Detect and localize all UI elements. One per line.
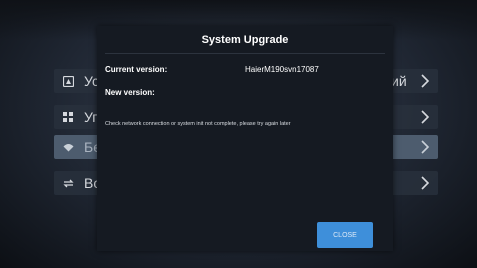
dialog-title: System Upgrade	[201, 34, 289, 46]
chevron-right-icon	[418, 176, 432, 190]
chevron-right-icon	[418, 74, 432, 88]
close-button[interactable]: CLOSE	[317, 222, 373, 248]
chevron-right-icon	[418, 110, 432, 124]
refresh-icon	[62, 177, 74, 189]
menu-item-suffix: ий	[391, 73, 407, 89]
system-upgrade-dialog: System Upgrade Current version: HaierM19…	[97, 26, 393, 251]
tv-settings-screen: Ус ий Уг Бе Во System Upgrade Current ve…	[0, 0, 477, 268]
menu-item-label: Уг	[84, 109, 98, 125]
current-version-value: HaierM190svn17087	[245, 65, 319, 74]
chevron-right-icon	[418, 140, 432, 154]
dialog-divider	[105, 53, 385, 54]
grid-icon	[62, 111, 74, 123]
current-version-label: Current version:	[105, 65, 168, 74]
monitor-icon	[62, 75, 74, 87]
wifi-icon	[62, 141, 74, 153]
status-message: Check network connection or system init …	[105, 121, 291, 127]
new-version-label: New version:	[105, 88, 155, 97]
